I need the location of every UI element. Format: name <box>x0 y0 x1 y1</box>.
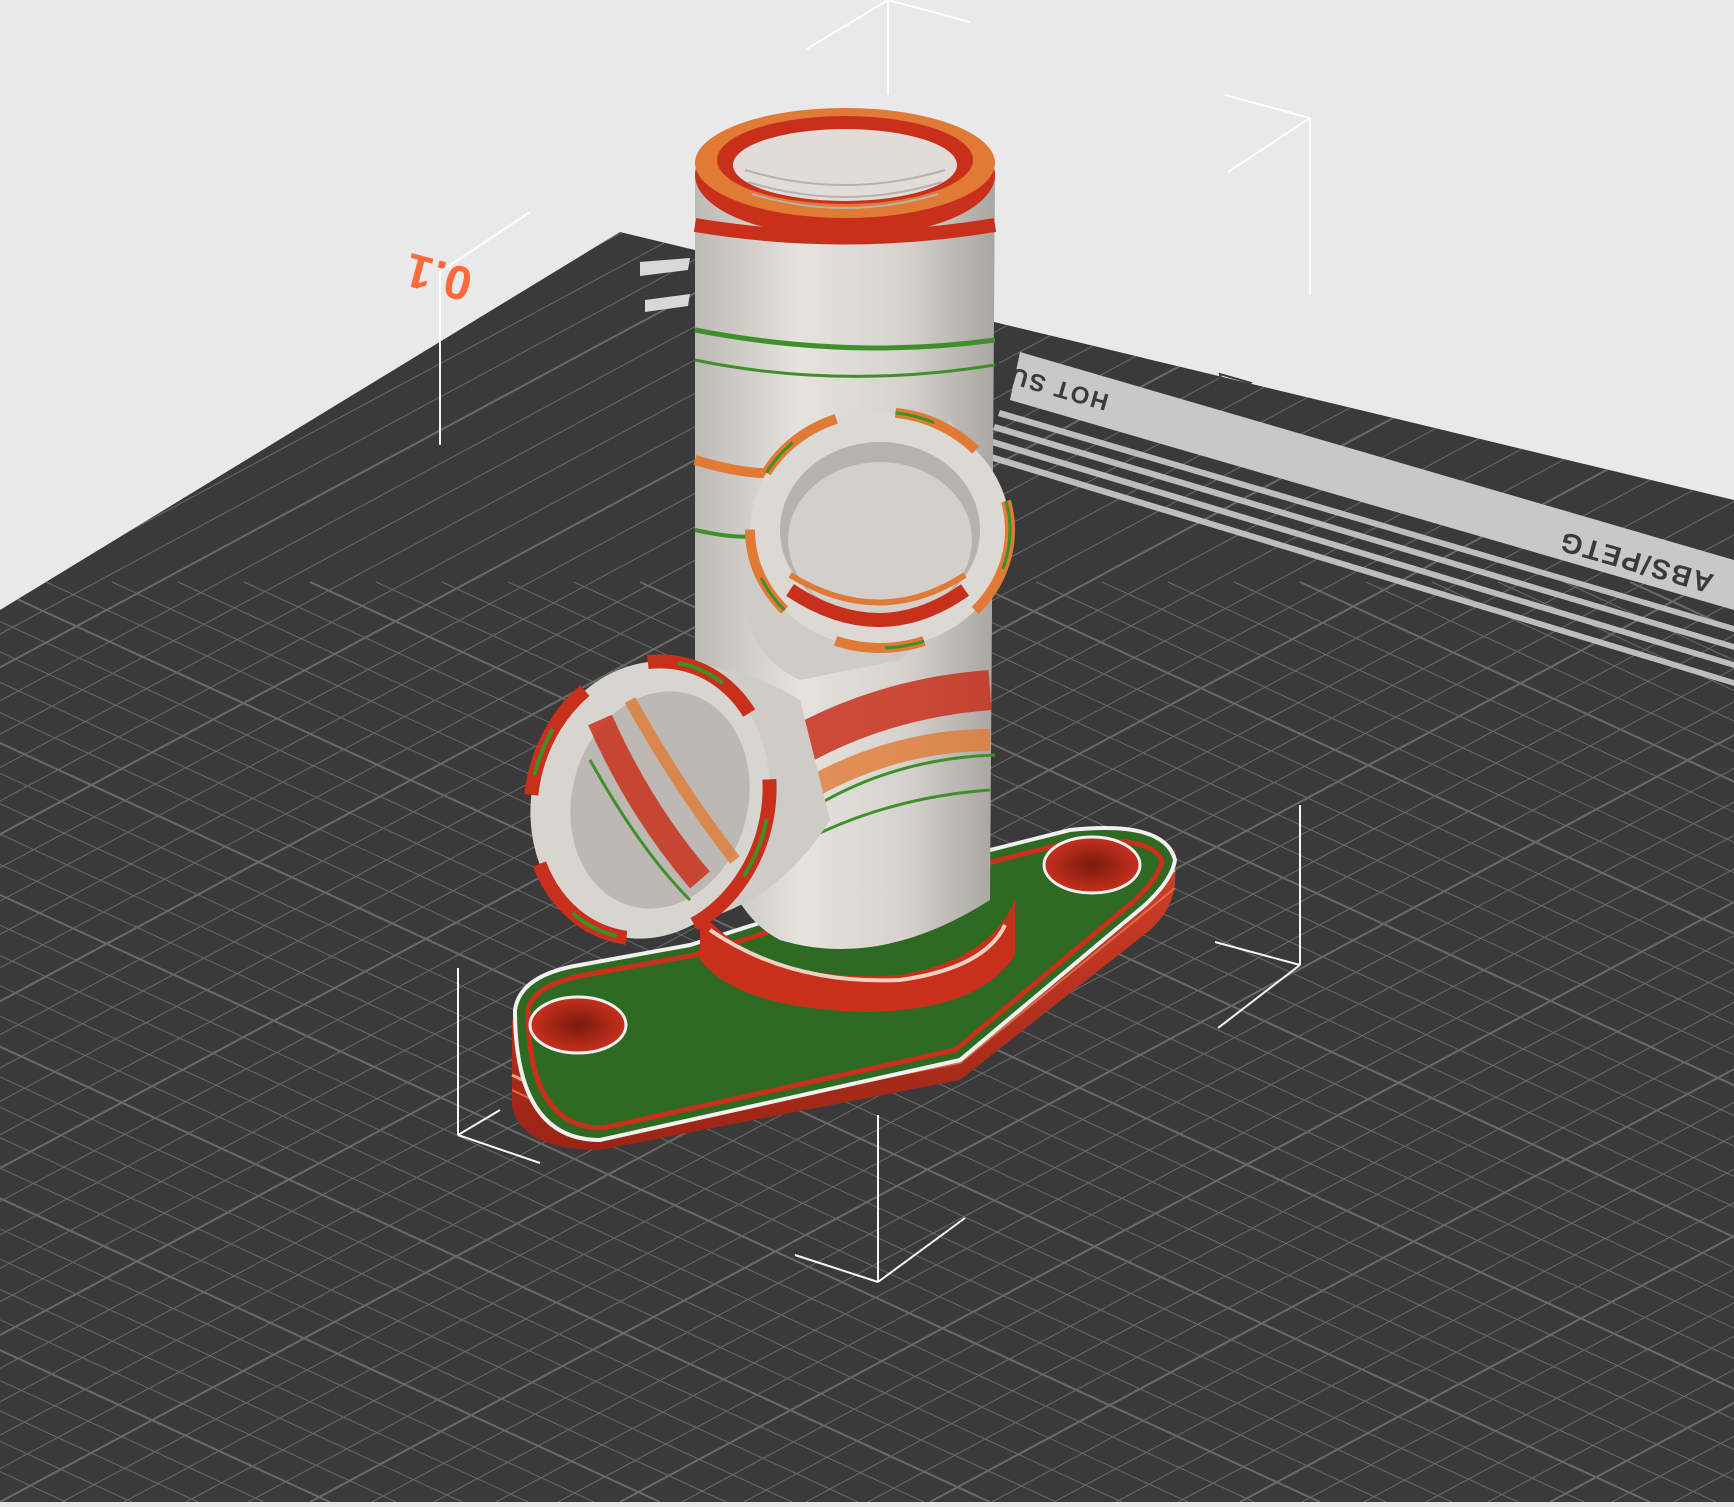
bolt-hole-left <box>528 995 628 1055</box>
3d-viewport[interactable]: HOT SURFACE ABS/PETG 0.1 <box>0 0 1734 1502</box>
origin-label: 0.1 <box>400 242 478 310</box>
top-bore <box>733 129 957 201</box>
bolt-hole-right <box>1042 835 1142 895</box>
